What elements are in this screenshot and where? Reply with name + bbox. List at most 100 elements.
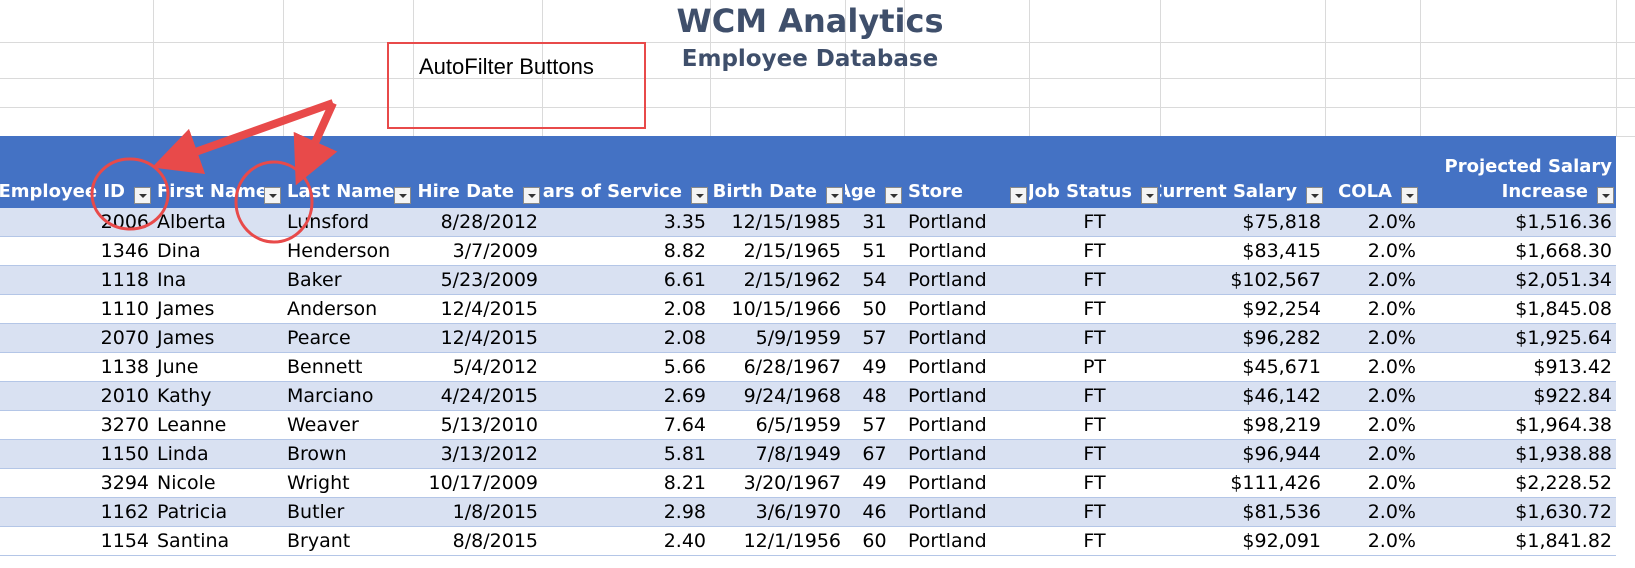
table-cell[interactable]: 1118 xyxy=(0,266,153,295)
table-cell[interactable]: $75,818 xyxy=(1160,208,1325,237)
table-cell[interactable]: 3/20/1967 xyxy=(710,469,845,498)
table-cell[interactable]: Baker xyxy=(283,266,413,295)
table-cell[interactable]: FT xyxy=(1029,237,1160,266)
table-cell[interactable]: FT xyxy=(1029,266,1160,295)
table-cell[interactable]: $46,142 xyxy=(1160,382,1325,411)
table-cell[interactable]: Pearce xyxy=(283,324,413,353)
table-cell[interactable]: 5/13/2010 xyxy=(413,411,542,440)
table-cell[interactable]: 1162 xyxy=(0,498,153,527)
table-cell[interactable]: 12/4/2015 xyxy=(413,324,542,353)
table-cell[interactable]: $922.84 xyxy=(1420,382,1616,411)
table-cell[interactable]: 6.61 xyxy=(542,266,710,295)
autofilter-button[interactable] xyxy=(523,187,540,204)
table-cell[interactable]: 1/8/2015 xyxy=(413,498,542,527)
table-cell[interactable]: 9/24/1968 xyxy=(710,382,845,411)
table-cell[interactable]: $45,671 xyxy=(1160,353,1325,382)
table-cell[interactable]: $92,254 xyxy=(1160,295,1325,324)
table-cell[interactable]: $1,516.36 xyxy=(1420,208,1616,237)
table-cell[interactable]: 2.0% xyxy=(1325,469,1420,498)
table-cell[interactable]: 2.0% xyxy=(1325,527,1420,556)
table-cell[interactable]: 48 xyxy=(845,382,904,411)
table-cell[interactable]: 3270 xyxy=(0,411,153,440)
autofilter-button[interactable] xyxy=(885,187,902,204)
autofilter-button[interactable] xyxy=(1010,187,1027,204)
autofilter-button[interactable] xyxy=(264,187,281,204)
table-cell[interactable]: $96,944 xyxy=(1160,440,1325,469)
table-cell[interactable]: 2/15/1965 xyxy=(710,237,845,266)
table-cell[interactable]: James xyxy=(153,295,283,324)
table-cell[interactable]: 6/5/1959 xyxy=(710,411,845,440)
table-cell[interactable]: Portland xyxy=(904,527,1029,556)
autofilter-button[interactable] xyxy=(826,187,843,204)
table-cell[interactable]: 2.0% xyxy=(1325,498,1420,527)
table-cell[interactable]: 3/6/1970 xyxy=(710,498,845,527)
table-cell[interactable]: 57 xyxy=(845,324,904,353)
table-cell[interactable]: $81,536 xyxy=(1160,498,1325,527)
table-cell[interactable]: 1154 xyxy=(0,527,153,556)
table-cell[interactable]: 3/13/2012 xyxy=(413,440,542,469)
table-cell[interactable]: FT xyxy=(1029,498,1160,527)
table-cell[interactable]: 1110 xyxy=(0,295,153,324)
table-cell[interactable]: $2,228.52 xyxy=(1420,469,1616,498)
table-cell[interactable]: $92,091 xyxy=(1160,527,1325,556)
table-cell[interactable]: 8/28/2012 xyxy=(413,208,542,237)
table-cell[interactable]: 2.0% xyxy=(1325,266,1420,295)
table-cell[interactable]: 3.35 xyxy=(542,208,710,237)
table-cell[interactable]: $1,925.64 xyxy=(1420,324,1616,353)
table-cell[interactable]: Ina xyxy=(153,266,283,295)
autofilter-button[interactable] xyxy=(1141,187,1158,204)
table-cell[interactable]: 50 xyxy=(845,295,904,324)
table-cell[interactable]: 1150 xyxy=(0,440,153,469)
table-cell[interactable]: $1,668.30 xyxy=(1420,237,1616,266)
table-cell[interactable]: June xyxy=(153,353,283,382)
table-cell[interactable]: Kathy xyxy=(153,382,283,411)
table-cell[interactable]: Portland xyxy=(904,237,1029,266)
table-cell[interactable]: James xyxy=(153,324,283,353)
table-cell[interactable]: 7/8/1949 xyxy=(710,440,845,469)
table-cell[interactable]: 2.0% xyxy=(1325,208,1420,237)
table-cell[interactable]: 10/15/1966 xyxy=(710,295,845,324)
table-cell[interactable]: 4/24/2015 xyxy=(413,382,542,411)
table-cell[interactable]: FT xyxy=(1029,440,1160,469)
table-cell[interactable]: $1,841.82 xyxy=(1420,527,1616,556)
table-cell[interactable]: 2/15/1962 xyxy=(710,266,845,295)
autofilter-button[interactable] xyxy=(1401,187,1418,204)
table-cell[interactable]: Brown xyxy=(283,440,413,469)
autofilter-button[interactable] xyxy=(1306,187,1323,204)
table-cell[interactable]: 2006 xyxy=(0,208,153,237)
table-cell[interactable]: 2.0% xyxy=(1325,324,1420,353)
table-cell[interactable]: Anderson xyxy=(283,295,413,324)
table-cell[interactable]: $913.42 xyxy=(1420,353,1616,382)
table-cell[interactable]: 31 xyxy=(845,208,904,237)
table-cell[interactable]: PT xyxy=(1029,353,1160,382)
table-cell[interactable]: 2070 xyxy=(0,324,153,353)
table-cell[interactable]: FT xyxy=(1029,324,1160,353)
table-cell[interactable]: Nicole xyxy=(153,469,283,498)
table-cell[interactable]: FT xyxy=(1029,382,1160,411)
table-cell[interactable]: FT xyxy=(1029,469,1160,498)
table-cell[interactable]: 2.08 xyxy=(542,324,710,353)
table-cell[interactable]: 2.0% xyxy=(1325,440,1420,469)
table-cell[interactable]: $111,426 xyxy=(1160,469,1325,498)
table-cell[interactable]: $96,282 xyxy=(1160,324,1325,353)
table-cell[interactable]: 2.40 xyxy=(542,527,710,556)
table-cell[interactable]: 5/23/2009 xyxy=(413,266,542,295)
table-cell[interactable]: Alberta xyxy=(153,208,283,237)
table-cell[interactable]: 5/9/1959 xyxy=(710,324,845,353)
table-cell[interactable]: 54 xyxy=(845,266,904,295)
table-cell[interactable]: 2.0% xyxy=(1325,411,1420,440)
table-cell[interactable]: $98,219 xyxy=(1160,411,1325,440)
table-cell[interactable]: $1,938.88 xyxy=(1420,440,1616,469)
table-cell[interactable]: 2.08 xyxy=(542,295,710,324)
table-cell[interactable]: 60 xyxy=(845,527,904,556)
table-cell[interactable]: Wright xyxy=(283,469,413,498)
table-cell[interactable]: 2010 xyxy=(0,382,153,411)
table-cell[interactable]: 6/28/1967 xyxy=(710,353,845,382)
table-cell[interactable]: 5.81 xyxy=(542,440,710,469)
table-cell[interactable]: 67 xyxy=(845,440,904,469)
table-cell[interactable]: Leanne xyxy=(153,411,283,440)
table-cell[interactable]: Portland xyxy=(904,324,1029,353)
table-cell[interactable]: FT xyxy=(1029,411,1160,440)
table-cell[interactable]: Portland xyxy=(904,382,1029,411)
table-cell[interactable]: 2.69 xyxy=(542,382,710,411)
